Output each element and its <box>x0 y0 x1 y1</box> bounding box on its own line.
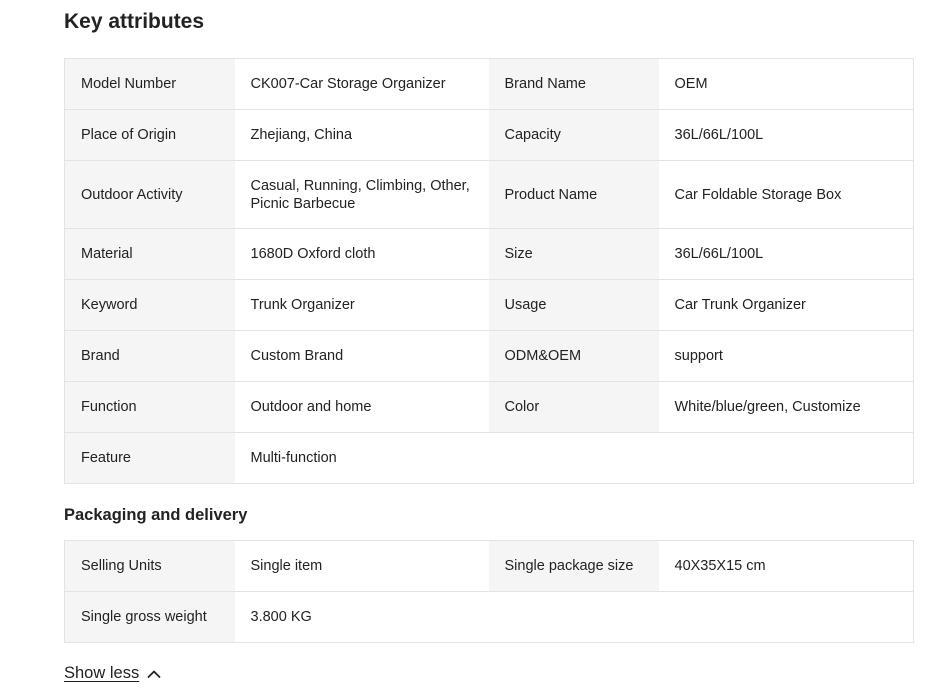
attribute-row: Place of Origin Zhejiang, China Capacity 36… <box>64 109 914 161</box>
attribute-key: Color <box>488 381 659 433</box>
attribute-row: Feature Multi-function <box>64 432 914 484</box>
attribute-value: Casual, Running, Climbing, Other, Picnic… <box>234 160 489 229</box>
attribute-key: Single package size <box>488 540 659 592</box>
attribute-key: Brand <box>64 330 235 382</box>
attribute-key: Material <box>64 228 235 280</box>
attribute-value: Multi-function <box>234 432 489 484</box>
show-less-label: Show less <box>64 664 140 682</box>
attribute-value: 40X35X15 cm <box>658 540 914 592</box>
attribute-value <box>658 591 914 643</box>
attribute-value: 1680D Oxford cloth <box>234 228 489 280</box>
attribute-key: Single gross weight <box>64 591 235 643</box>
attribute-key: Product Name <box>488 160 659 229</box>
attribute-key: Keyword <box>64 279 235 331</box>
attribute-value: support <box>658 330 914 382</box>
attribute-key: Function <box>64 381 235 433</box>
attribute-key <box>488 591 659 643</box>
attribute-key: Selling Units <box>64 540 235 592</box>
attribute-value: Car Trunk Organizer <box>658 279 914 331</box>
attribute-value: 3.800 KG <box>234 591 489 643</box>
packaging-title: Packaging and delivery <box>64 506 248 524</box>
attribute-value: Custom Brand <box>234 330 489 382</box>
key-attributes-table: Model Number CK007-Car Storage Organizer B… <box>64 58 914 484</box>
attribute-row: Brand Custom Brand ODM&OEM support <box>64 330 914 382</box>
attribute-row: Function Outdoor and home Color White/blue/… <box>64 381 914 433</box>
attribute-value: Car Foldable Storage Box <box>658 160 914 229</box>
attribute-value: Single item <box>234 540 489 592</box>
attribute-key: Feature <box>64 432 235 484</box>
attribute-row: Single gross weight 3.800 KG <box>64 591 914 643</box>
attribute-value: White/blue/green, Customize <box>658 381 914 433</box>
attribute-key: Usage <box>488 279 659 331</box>
attribute-value: Outdoor and home <box>234 381 489 433</box>
attribute-key: ODM&OEM <box>488 330 659 382</box>
attribute-row: Selling Units Single item Single package s… <box>64 540 914 592</box>
packaging-table: Selling Units Single item Single package s… <box>64 540 914 643</box>
attribute-key: Size <box>488 228 659 280</box>
attribute-key: Outdoor Activity <box>64 160 235 229</box>
show-less-link[interactable]: Show less <box>64 664 161 683</box>
section-title: Key attributes <box>64 10 205 33</box>
attribute-row: Keyword Trunk Organizer Usage Car Trunk Org… <box>64 279 914 331</box>
attribute-value: 36L/66L/100L <box>658 109 914 161</box>
attribute-key: Capacity <box>488 109 659 161</box>
attribute-row: Material 1680D Oxford cloth Size 36L/66L/10… <box>64 228 914 280</box>
attribute-value: OEM <box>658 58 914 110</box>
attribute-row: Outdoor Activity Casual, Running, Climbin… <box>64 160 914 229</box>
attribute-value: Trunk Organizer <box>234 279 489 331</box>
attribute-value <box>658 432 914 484</box>
attribute-key <box>488 432 659 484</box>
attribute-row: Model Number CK007-Car Storage Organizer B… <box>64 58 914 110</box>
chevron-up-icon <box>147 670 161 678</box>
attribute-key: Brand Name <box>488 58 659 110</box>
attribute-key: Model Number <box>64 58 235 110</box>
attribute-key: Place of Origin <box>64 109 235 161</box>
attribute-value: Zhejiang, China <box>234 109 489 161</box>
attribute-value: 36L/66L/100L <box>658 228 914 280</box>
attribute-value: CK007-Car Storage Organizer <box>234 58 489 110</box>
